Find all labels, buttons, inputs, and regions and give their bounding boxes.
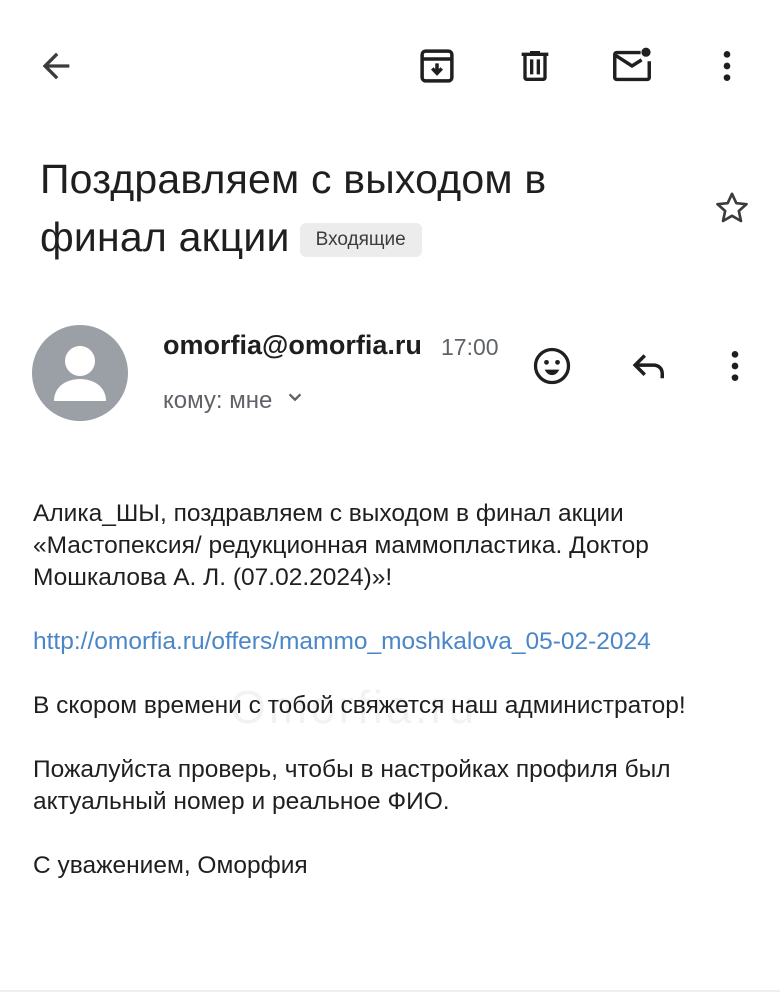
more-options-button[interactable] — [695, 34, 759, 98]
add-reaction-button[interactable] — [520, 334, 584, 398]
back-button[interactable] — [24, 34, 88, 98]
email-subject: Поздравляем с выходом в финал акции — [40, 156, 547, 260]
chevron-down-icon — [282, 384, 308, 417]
signature-paragraph: С уважением, Оморфия — [33, 852, 308, 879]
greeting-paragraph: Алика_ШЫ, поздравляем с выходом в финал … — [33, 500, 649, 591]
person-icon — [54, 346, 106, 401]
reply-button[interactable] — [618, 334, 682, 398]
more-vert-icon — [715, 346, 755, 386]
sender-avatar[interactable] — [32, 325, 128, 421]
more-vert-icon — [707, 46, 747, 86]
message-more-button[interactable] — [703, 334, 767, 398]
reply-icon — [629, 345, 671, 387]
inbox-label-chip[interactable]: Входящие — [299, 223, 422, 257]
delete-button[interactable] — [503, 34, 567, 98]
email-view-screen: Поздравляем с выходом в финал акции Входя… — [0, 0, 780, 1000]
archive-button[interactable] — [405, 34, 469, 98]
subject-block: Поздравляем с выходом в финал акции Входя… — [40, 150, 680, 266]
arrow-back-icon — [36, 46, 76, 86]
sender-address[interactable]: omorfia@omorfia.ru — [163, 330, 423, 361]
mail-unread-icon — [609, 43, 655, 89]
link-paragraph: http://omorfia.ru/offers/mammo_moshkalov… — [33, 626, 733, 658]
bottom-divider — [0, 990, 780, 992]
email-body: Алика_ШЫ, поздравляем с выходом в финал … — [33, 498, 733, 914]
star-button[interactable] — [700, 176, 764, 240]
emoji-smile-icon — [530, 344, 574, 388]
email-time: 17:00 — [441, 334, 499, 360]
trash-icon — [515, 46, 555, 86]
admin-note-paragraph: В скором времени с тобой свяжется наш ад… — [33, 692, 686, 719]
offer-link[interactable]: http://omorfia.ru/offers/mammo_moshkalov… — [33, 628, 651, 655]
star-outline-icon — [712, 188, 752, 228]
profile-note-paragraph: Пожалуйста проверь, чтобы в настройках п… — [33, 756, 671, 815]
recipient-label: кому: мне — [163, 386, 273, 414]
mark-unread-button[interactable] — [600, 34, 664, 98]
recipient-toggle[interactable]: кому: мне — [163, 384, 308, 417]
top-app-bar — [0, 0, 780, 130]
archive-icon — [416, 45, 458, 87]
